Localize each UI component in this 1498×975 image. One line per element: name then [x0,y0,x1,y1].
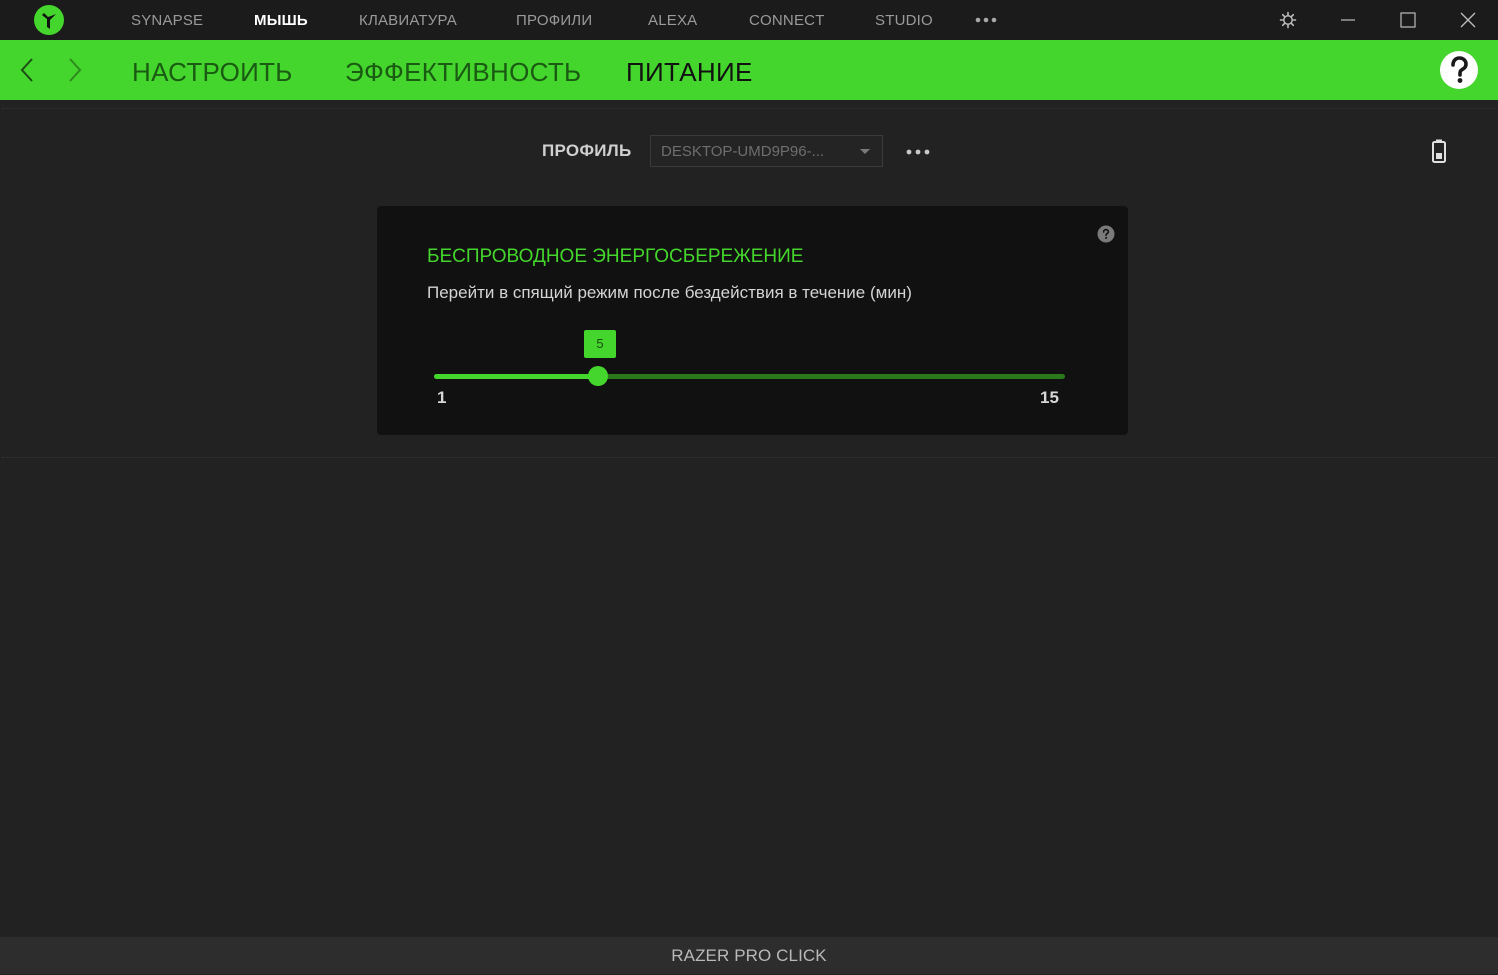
sleep-timer-slider-track[interactable] [434,374,1065,379]
chevron-down-icon [860,149,870,154]
chevron-right-icon[interactable] [62,56,86,84]
gear-icon [1279,11,1297,29]
profile-dropdown-value: DESKTOP-UMD9P96-... [661,143,825,160]
tab-power[interactable]: ПИТАНИЕ [626,40,753,100]
more-dots-icon[interactable] [975,15,999,25]
tab-performance[interactable]: ЭФФЕКТИВНОСТЬ [345,40,581,100]
chevron-left-icon[interactable] [16,56,40,84]
profile-label: ПРОФИЛЬ [542,141,632,160]
nav-keyboard[interactable]: КЛАВИАТУРА [359,0,457,40]
nav-studio[interactable]: STUDIO [875,0,933,40]
slider-min-label: 1 [437,388,447,407]
slider-value-badge: 5 [584,330,616,358]
sub-nav-bar: НАСТРОИТЬ ЭФФЕКТИВНОСТЬ ПИТАНИЕ [0,40,1498,100]
wireless-power-saving-card: БЕСПРОВОДНОЕ ЭНЕРГОСБЕРЕЖЕНИЕ Перейти в … [377,206,1128,435]
nav-mouse[interactable]: МЫШЬ [254,0,308,40]
nav-alexa[interactable]: ALEXA [648,0,697,40]
card-title: БЕСПРОВОДНОЕ ЭНЕРГОСБЕРЕЖЕНИЕ [427,246,804,267]
slider-fill [434,374,598,379]
close-button[interactable] [1448,0,1488,40]
close-icon [1460,12,1476,28]
help-icon[interactable] [1439,50,1479,90]
tab-customize[interactable]: НАСТРОИТЬ [132,40,293,100]
battery-icon [1432,139,1446,163]
profile-dropdown[interactable]: DESKTOP-UMD9P96-... [650,135,883,167]
maximize-button[interactable] [1388,0,1428,40]
more-dots-icon[interactable] [905,146,931,158]
minimize-button[interactable] [1328,0,1368,40]
help-icon[interactable] [1097,225,1115,243]
settings-button[interactable] [1268,0,1308,40]
title-bar: SYNAPSE МЫШЬ КЛАВИАТУРА ПРОФИЛИ ALEXA CO… [0,0,1498,40]
nav-synapse[interactable]: SYNAPSE [131,0,203,40]
device-name-footer: RAZER PRO CLICK [0,937,1498,974]
maximize-icon [1400,12,1416,28]
slider-thumb[interactable] [588,366,608,386]
nav-profiles[interactable]: ПРОФИЛИ [516,0,592,40]
slider-max-label: 15 [1040,388,1059,407]
nav-connect[interactable]: CONNECT [749,0,825,40]
minimize-icon [1341,19,1355,21]
razer-logo-icon[interactable] [34,5,64,35]
card-description: Перейти в спящий режим после бездействия… [427,283,912,302]
